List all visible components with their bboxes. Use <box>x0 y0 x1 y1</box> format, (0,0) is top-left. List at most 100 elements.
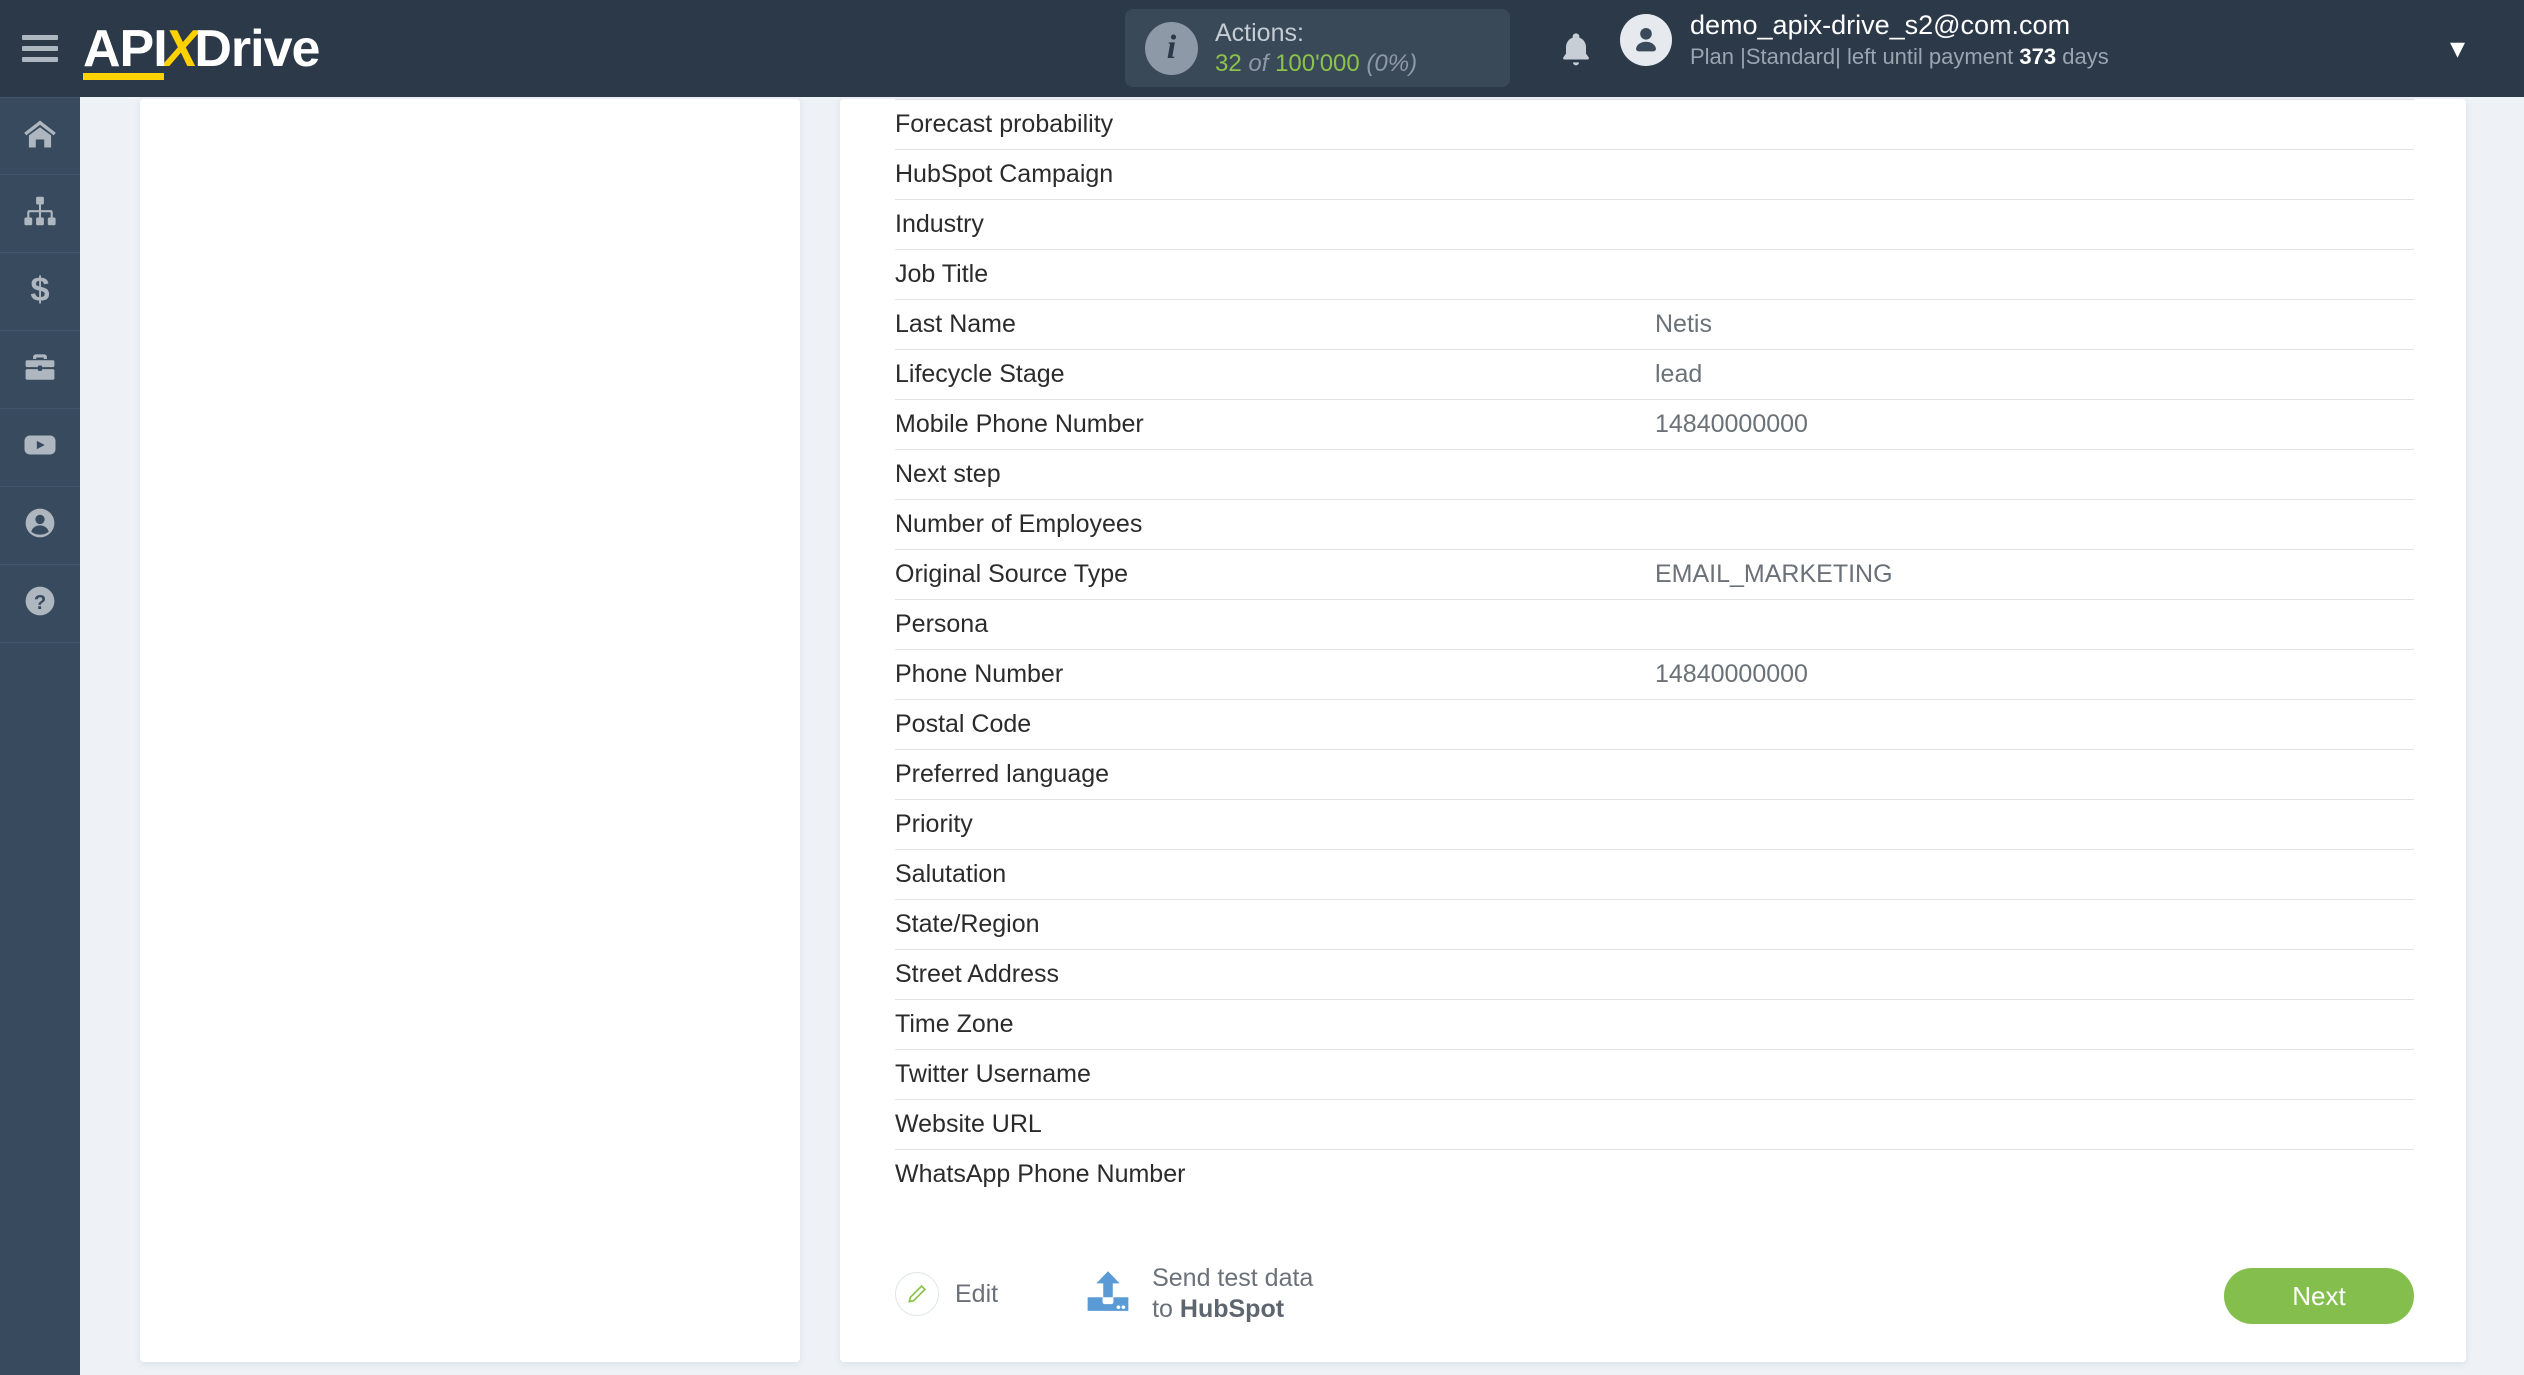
field-label: Website URL <box>895 1110 1042 1138</box>
table-row[interactable]: State/Region <box>895 899 2414 949</box>
user-menu[interactable]: demo_apix-drive_s2@com.com Plan |Standar… <box>1620 9 2109 70</box>
field-label: Number of Employees <box>895 510 1143 538</box>
youtube-icon <box>21 426 59 469</box>
table-row[interactable]: Last Name Netis <box>895 299 2414 349</box>
edit-button[interactable]: Edit <box>895 1272 998 1316</box>
hamburger-icon[interactable] <box>22 35 58 62</box>
send-line-2: to HubSpot <box>1152 1294 1313 1325</box>
send-line-2-prefix: to <box>1152 1295 1173 1323</box>
actions-of: of <box>1248 49 1269 77</box>
field-label: Original Source Type <box>895 560 1128 588</box>
field-label: Twitter Username <box>895 1060 1091 1088</box>
send-test-data-button[interactable]: Send test data to HubSpot <box>1082 1263 1313 1325</box>
apixdrive-logo[interactable]: API X Drive <box>83 19 320 80</box>
field-label: Forecast probability <box>895 110 1114 138</box>
field-list-panel: Forecast probability HubSpot Campaign Indu… <box>840 99 2466 1362</box>
actions-usage: 32 of 100'000 (0%) <box>1215 49 1417 78</box>
send-target-name: HubSpot <box>1179 1295 1285 1323</box>
plan-days-unit: days <box>2062 43 2109 69</box>
field-label: HubSpot Campaign <box>895 160 1114 188</box>
table-row[interactable]: Priority <box>895 799 2414 849</box>
logo-x-text: X <box>163 19 199 78</box>
plan-name: Standard <box>1745 43 1836 69</box>
pencil-icon <box>895 1272 939 1316</box>
upload-icon <box>1082 1266 1134 1323</box>
field-label: WhatsApp Phone Number <box>895 1160 1186 1188</box>
sitemap-icon <box>22 193 58 234</box>
table-row[interactable]: Industry <box>895 199 2414 249</box>
table-row[interactable]: Preferred language <box>895 749 2414 799</box>
actions-used: 32 <box>1215 49 1242 77</box>
table-row[interactable]: Persona <box>895 599 2414 649</box>
left-panel <box>140 99 800 1362</box>
table-row[interactable]: Phone Number 14840000000 <box>895 649 2414 699</box>
table-row[interactable]: Time Zone <box>895 999 2414 1049</box>
field-label: State/Region <box>895 910 1040 938</box>
actions-counter[interactable]: i Actions: 32 of 100'000 (0%) <box>1125 9 1510 87</box>
sidebar-item-home[interactable] <box>0 97 80 175</box>
field-label: Last Name <box>895 310 1016 338</box>
field-label: Lifecycle Stage <box>895 360 1065 388</box>
sidebar-item-billing[interactable]: $ <box>0 253 80 331</box>
svg-text:?: ? <box>34 592 46 614</box>
table-row[interactable]: Website URL <box>895 1099 2414 1149</box>
send-line-1: Send test data <box>1152 1264 1314 1292</box>
question-circle-icon: ? <box>22 583 58 624</box>
field-label: Persona <box>895 610 989 638</box>
field-label: Priority <box>895 810 973 838</box>
dollar-icon: $ <box>22 271 58 312</box>
field-label: Industry <box>895 210 984 238</box>
table-row[interactable]: Original Source Type EMAIL_MARKETING <box>895 549 2414 599</box>
actions-percent: (0%) <box>1366 49 1418 77</box>
field-label: Street Address <box>895 960 1059 988</box>
next-button[interactable]: Next <box>2224 1268 2414 1324</box>
field-label: Mobile Phone Number <box>895 410 1144 438</box>
field-label: Job Title <box>895 260 989 288</box>
sidebar-item-video[interactable] <box>0 409 80 487</box>
table-row[interactable]: HubSpot Campaign <box>895 149 2414 199</box>
field-label: Time Zone <box>895 1010 1014 1038</box>
field-value: 14840000000 <box>1655 660 1808 688</box>
top-bar: API X Drive i Actions: 32 of 100'000 (0%) <box>0 0 2524 97</box>
chevron-down-icon[interactable]: ▾ <box>2450 34 2465 64</box>
plan-prefix: Plan | <box>1690 43 1746 69</box>
actions-title: Actions: <box>1215 19 1304 48</box>
field-label: Phone Number <box>895 660 1064 688</box>
briefcase-icon <box>22 349 58 390</box>
actions-limit: 100'000 <box>1275 49 1360 77</box>
field-value: lead <box>1655 360 1703 388</box>
table-row[interactable]: WhatsApp Phone Number <box>895 1149 2414 1199</box>
home-icon <box>22 116 58 157</box>
table-row[interactable]: Forecast probability <box>895 99 2414 149</box>
table-row[interactable]: Street Address <box>895 949 2414 999</box>
field-label: Preferred language <box>895 760 1110 788</box>
field-label: Next step <box>895 460 1001 488</box>
panel-footer: Edit Send test data to HubSpot Next <box>840 1226 2466 1362</box>
table-row[interactable]: Lifecycle Stage lead <box>895 349 2414 399</box>
field-value: 14840000000 <box>1655 410 1808 438</box>
field-label: Salutation <box>895 860 1007 888</box>
field-value: EMAIL_MARKETING <box>1655 560 1893 588</box>
table-row[interactable]: Next step <box>895 449 2414 499</box>
sidebar-item-connections[interactable] <box>0 175 80 253</box>
info-icon: i <box>1145 21 1198 75</box>
table-row[interactable]: Salutation <box>895 849 2414 899</box>
sidebar-item-account[interactable] <box>0 487 80 565</box>
avatar <box>1620 13 1672 66</box>
table-row[interactable]: Postal Code <box>895 699 2414 749</box>
sidebar-item-partners[interactable] <box>0 331 80 409</box>
bell-icon[interactable] <box>1556 28 1596 72</box>
table-row[interactable]: Job Title <box>895 249 2414 299</box>
svg-text:$: $ <box>30 271 49 307</box>
user-plan: Plan |Standard| left until payment 373 d… <box>1690 43 2109 71</box>
table-row[interactable]: Number of Employees <box>895 499 2414 549</box>
sidebar-item-help[interactable]: ? <box>0 565 80 643</box>
table-row[interactable]: Twitter Username <box>895 1049 2414 1099</box>
sidebar-rail: $ ? <box>0 97 80 1375</box>
logo-drive-text: Drive <box>194 19 320 78</box>
user-circle-icon <box>22 505 58 546</box>
table-row[interactable]: Mobile Phone Number 14840000000 <box>895 399 2414 449</box>
field-label: Postal Code <box>895 710 1032 738</box>
edit-label: Edit <box>955 1279 999 1308</box>
field-table: Forecast probability HubSpot Campaign Indu… <box>840 99 2466 1199</box>
